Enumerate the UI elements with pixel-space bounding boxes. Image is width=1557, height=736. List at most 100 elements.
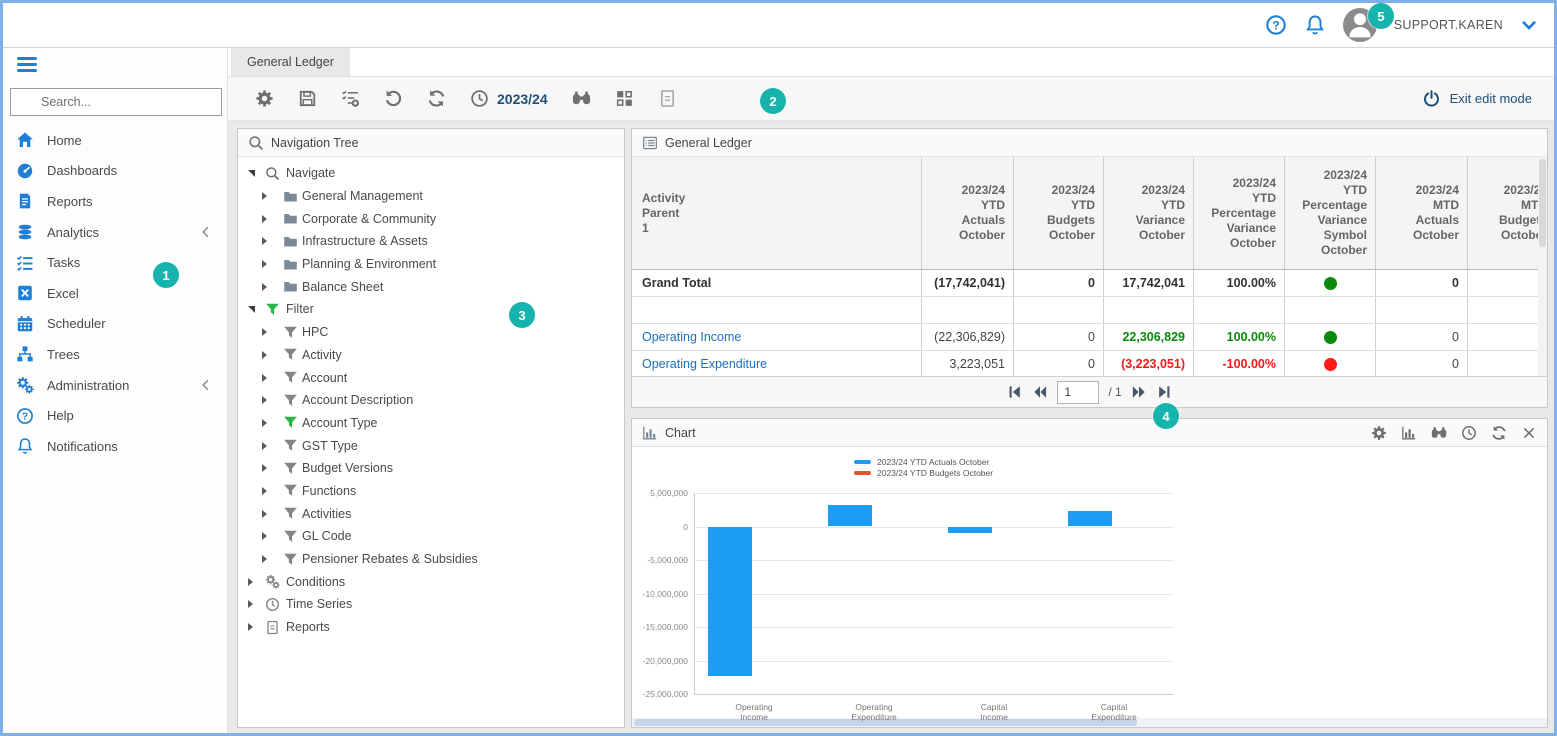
sidebar-item-dashboards[interactable]: Dashboards <box>3 156 227 187</box>
general-ledger-header: General Ledger <box>632 129 1547 157</box>
last-page-button[interactable] <box>1156 385 1172 399</box>
row-label[interactable]: Operating Income <box>632 324 922 350</box>
tree-expander-icon[interactable] <box>262 510 267 518</box>
tree-item-gl-code[interactable]: GL Code <box>238 525 624 548</box>
tree-item-functions[interactable]: Functions <box>238 480 624 503</box>
tree-item-filter[interactable]: Filter <box>238 298 624 321</box>
column-header[interactable]: 2023/24 YTD Variance October <box>1104 157 1194 269</box>
column-header[interactable]: 2023/24 YTD Budgets October <box>1014 157 1104 269</box>
sidebar-search-input[interactable] <box>10 88 222 116</box>
tree-expander-icon[interactable] <box>262 215 267 223</box>
tree-item-activity[interactable]: Activity <box>238 344 624 367</box>
tree-expander-icon[interactable] <box>248 306 255 313</box>
tree-item-account[interactable]: Account <box>238 366 624 389</box>
tab-general-ledger[interactable]: General Ledger <box>231 48 350 76</box>
tree-expander-icon[interactable] <box>248 578 253 586</box>
first-page-button[interactable] <box>1007 385 1023 399</box>
previous-page-button[interactable] <box>1032 385 1048 399</box>
tree-expander-icon[interactable] <box>262 283 267 291</box>
sidebar-item-notifications[interactable]: Notifications <box>3 431 227 462</box>
column-header[interactable]: Activity Parent 1 <box>632 157 922 269</box>
save-icon[interactable] <box>298 89 317 108</box>
tree-expander-icon[interactable] <box>262 419 267 427</box>
sidebar-item-home[interactable]: Home <box>3 125 227 156</box>
settings-icon[interactable] <box>255 89 274 108</box>
grid-icon[interactable] <box>615 89 634 108</box>
sidebar-item-administration[interactable]: Administration <box>3 370 227 401</box>
tree-expander-icon[interactable] <box>262 192 267 200</box>
tree-expander-icon[interactable] <box>262 442 267 450</box>
tree-item-account-description[interactable]: Account Description <box>238 389 624 412</box>
task-add-icon[interactable] <box>341 89 360 108</box>
column-header[interactable]: 2023/24 YTD Actuals October <box>922 157 1014 269</box>
help-icon[interactable]: ? <box>1265 14 1287 36</box>
tree-item-budget-versions[interactable]: Budget Versions <box>238 457 624 480</box>
sidebar-item-reports[interactable]: Reports <box>3 186 227 217</box>
tree-item-label: Planning & Environment <box>302 257 436 271</box>
binoculars-icon[interactable] <box>1431 425 1447 441</box>
tree-expander-icon[interactable] <box>248 623 253 631</box>
tree-expander-icon[interactable] <box>262 532 267 540</box>
tree-item-label: Account Description <box>302 393 413 407</box>
tree-item-activities[interactable]: Activities <box>238 502 624 525</box>
tree-item-infrastructure-assets[interactable]: Infrastructure & Assets <box>238 230 624 253</box>
tree-item-corporate-community[interactable]: Corporate & Community <box>238 207 624 230</box>
settings-icon[interactable] <box>1371 425 1387 441</box>
refresh-icon[interactable] <box>427 89 446 108</box>
tree-item-hpc[interactable]: HPC <box>238 321 624 344</box>
close-icon[interactable] <box>1521 425 1537 441</box>
column-header[interactable]: 2023/24 MTD Budgets October <box>1468 157 1540 269</box>
refresh-icon[interactable] <box>1491 425 1507 441</box>
period-selector[interactable]: 2023/24 <box>470 89 548 108</box>
sidebar-item-analytics[interactable]: Analytics <box>3 217 227 248</box>
tree-expander-icon[interactable] <box>248 170 255 177</box>
tree-expander-icon[interactable] <box>262 260 267 268</box>
tree-expander-icon[interactable] <box>262 487 267 495</box>
tree-item-general-management[interactable]: General Management <box>238 185 624 208</box>
sidebar-item-excel[interactable]: Excel <box>3 278 227 309</box>
sidebar-item-scheduler[interactable]: Scheduler <box>3 309 227 340</box>
clock-icon[interactable] <box>1461 425 1477 441</box>
tree-expander-icon[interactable] <box>262 464 267 472</box>
tree-expander-icon[interactable] <box>262 555 267 563</box>
tree-expander-icon[interactable] <box>262 328 267 336</box>
tree-expander-icon[interactable] <box>262 351 267 359</box>
tree-item-time-series[interactable]: Time Series <box>238 593 624 616</box>
undo-icon[interactable] <box>384 89 403 108</box>
column-header[interactable]: 2023/24 MTD Actuals October <box>1376 157 1468 269</box>
tree-item-reports[interactable]: Reports <box>238 616 624 639</box>
document-icon[interactable] <box>658 89 677 108</box>
page-number-input[interactable] <box>1057 381 1099 404</box>
tree-item-conditions[interactable]: Conditions <box>238 570 624 593</box>
sidebar-item-label: Excel <box>47 286 79 301</box>
table-vertical-scrollbar[interactable] <box>1538 157 1547 376</box>
notifications-bell-icon[interactable] <box>1304 14 1326 36</box>
tree-item-navigate[interactable]: Navigate <box>238 162 624 185</box>
chevron-left-icon[interactable] <box>199 225 213 239</box>
tree-item-pensioner-rebates-subsidies[interactable]: Pensioner Rebates & Subsidies <box>238 548 624 571</box>
username[interactable]: SUPPORT.KAREN <box>1394 18 1503 32</box>
chart-icon[interactable] <box>1401 425 1417 441</box>
tree-expander-icon[interactable] <box>262 396 267 404</box>
sidebar-item-help[interactable]: ?Help <box>3 400 227 431</box>
chart-header: Chart <box>632 419 1547 447</box>
menu-hamburger-icon[interactable] <box>17 57 37 73</box>
chevron-left-icon[interactable] <box>199 378 213 392</box>
sidebar-item-trees[interactable]: Trees <box>3 339 227 370</box>
row-label[interactable]: Operating Expenditure <box>632 351 922 377</box>
tree-expander-icon[interactable] <box>248 600 253 608</box>
tree-item-account-type[interactable]: Account Type <box>238 412 624 435</box>
sidebar-item-tasks[interactable]: Tasks <box>3 247 227 278</box>
tree-expander-icon[interactable] <box>262 237 267 245</box>
tree-item-planning-environment[interactable]: Planning & Environment <box>238 253 624 276</box>
column-header[interactable]: 2023/24 YTD Percentage Variance Symbol O… <box>1285 157 1376 269</box>
exit-edit-mode-button[interactable]: Exit edit mode <box>1423 90 1532 107</box>
tree-item-balance-sheet[interactable]: Balance Sheet <box>238 275 624 298</box>
navigation-tree-panel: Navigation Tree NavigateGeneral Manageme… <box>237 128 625 728</box>
binoculars-icon[interactable] <box>572 89 591 108</box>
next-page-button[interactable] <box>1131 385 1147 399</box>
chevron-down-icon[interactable] <box>1520 16 1538 34</box>
tree-expander-icon[interactable] <box>262 374 267 382</box>
tree-item-gst-type[interactable]: GST Type <box>238 434 624 457</box>
column-header[interactable]: 2023/24 YTD Percentage Variance October <box>1194 157 1285 269</box>
